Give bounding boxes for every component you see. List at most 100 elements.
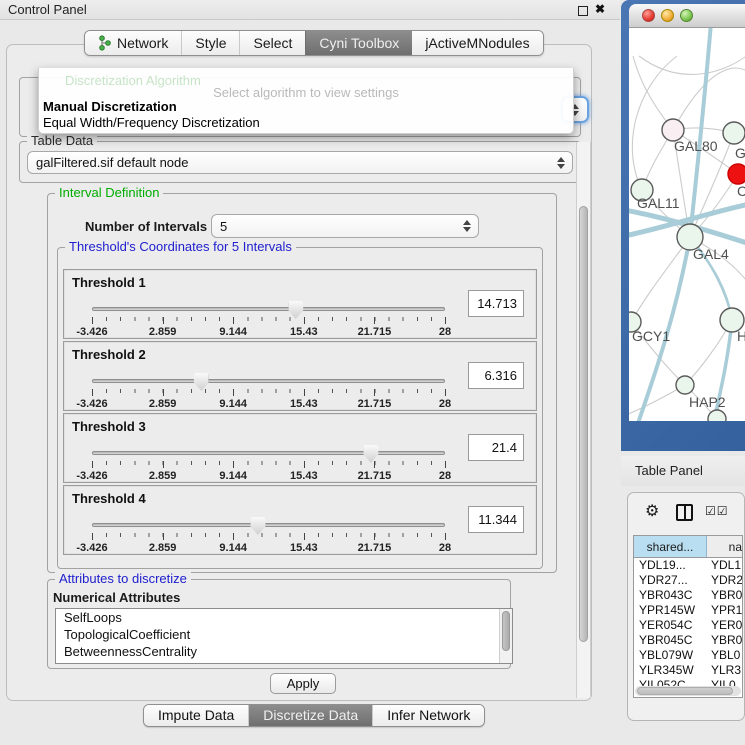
node-label-gal80: GAL80 (674, 138, 718, 154)
table-row[interactable]: YBR045CYBR0 (634, 633, 742, 648)
cell-shared[interactable]: YPR145W (634, 603, 707, 618)
tick-major (304, 533, 305, 540)
network-node-red[interactable] (728, 164, 745, 184)
network-graph (629, 28, 745, 421)
cell-shared[interactable]: YDL19... (634, 558, 707, 573)
tick-label: 15.43 (290, 470, 318, 482)
cell-name[interactable]: YBL0 (707, 648, 742, 663)
table-data-selected: galFiltered.sif default node (36, 155, 188, 170)
tick-label: 28 (439, 326, 451, 338)
cell-name[interactable]: YBR0 (707, 588, 742, 603)
tick-label: 15.43 (290, 326, 318, 338)
gear-icon[interactable]: ⚙ (645, 501, 659, 521)
tick-marks (92, 461, 446, 465)
tab-discretize-data[interactable]: Discretize Data (248, 705, 372, 726)
panel-scrollbar[interactable] (576, 142, 591, 698)
numerical-attributes-label: Numerical Attributes (53, 590, 180, 605)
network-canvas[interactable]: GAL80 GA C GAL11 GAL4 GCY1 H HAP2 (629, 28, 745, 421)
scrollbar-thumb[interactable] (637, 687, 733, 695)
zoom-traffic-light-icon[interactable] (680, 9, 693, 22)
column-header-shared-name[interactable]: shared... (634, 536, 707, 557)
table-row[interactable]: YER054CYER0 (634, 618, 742, 633)
threshold-3-slider-track[interactable] (92, 451, 445, 455)
list-item[interactable]: SelfLoops (56, 609, 512, 626)
menu-item-equal-width-frequency[interactable]: Equal Width/Frequency Discretization (43, 115, 260, 130)
node-table: shared... na YDL19...YDL1 YDR27...YDR2 Y… (633, 535, 743, 698)
cell-shared[interactable]: YBL079W (634, 648, 707, 663)
threshold-4-slider-track[interactable] (92, 523, 445, 527)
table-row[interactable]: YLR345WYLR3 (634, 663, 742, 678)
cell-name[interactable]: YPR1 (707, 603, 742, 618)
table-panel-titlebar: Table Panel (621, 456, 745, 486)
close-traffic-light-icon[interactable] (642, 9, 655, 22)
tab-jactivemnodules[interactable]: jActiveMNodules (412, 31, 542, 55)
tick-marks (92, 317, 446, 321)
table-row[interactable]: YBL079WYBL0 (634, 648, 742, 663)
table-row[interactable]: YDL19...YDL1 (634, 558, 742, 573)
apply-button[interactable]: Apply (270, 673, 336, 694)
tick-major (374, 389, 375, 396)
checkbox-columns-icon[interactable]: ☑☑ (705, 504, 729, 518)
panel-scrollbar-thumb[interactable] (579, 206, 588, 642)
close-icon[interactable]: ✖ (595, 2, 605, 16)
tab-jactive-label: jActiveMNodules (425, 35, 529, 51)
tick-marks (92, 533, 446, 537)
cell-name[interactable]: YBR0 (707, 633, 742, 648)
cell-shared[interactable]: YDR27... (634, 573, 707, 588)
table-header-row: shared... na (634, 536, 742, 558)
list-item[interactable]: BetweennessCentrality (56, 643, 512, 660)
tab-style[interactable]: Style (181, 31, 239, 55)
threshold-3-value-field[interactable]: 21.4 (468, 434, 524, 461)
tab-select-label: Select (253, 35, 292, 51)
node-label-c: C (737, 183, 745, 199)
threshold-4-item: Threshold 4 -3.426 2.859 9.144 15.43 21.… (63, 485, 537, 555)
threshold-1-value-field[interactable]: 14.713 (468, 290, 524, 317)
list-item[interactable]: TopologicalCoefficient (56, 626, 512, 643)
threshold-2-item: Threshold 2 -3.426 2.859 9.144 15.43 21.… (63, 341, 537, 411)
cell-name[interactable]: YER0 (707, 618, 742, 633)
minimize-traffic-light-icon[interactable] (661, 9, 674, 22)
network-node-hap2[interactable] (676, 376, 694, 394)
tab-select[interactable]: Select (239, 31, 305, 55)
column-header-name[interactable]: na (707, 536, 742, 557)
cell-name[interactable]: YDL1 (707, 558, 742, 573)
tick-major (374, 317, 375, 324)
table-row[interactable]: YDR27...YDR2 (634, 573, 742, 588)
split-panel-icon[interactable] (676, 504, 693, 521)
network-node-ga[interactable] (723, 122, 745, 144)
float-window-icon[interactable] (578, 6, 588, 16)
tab-infer-network[interactable]: Infer Network (372, 705, 484, 726)
network-window-titlebar[interactable] (629, 4, 745, 28)
cell-shared[interactable]: YBR045C (634, 633, 707, 648)
tick-major (233, 389, 234, 396)
cell-shared[interactable]: YER054C (634, 618, 707, 633)
tab-cyni-toolbox[interactable]: Cyni Toolbox (305, 31, 412, 55)
cell-name[interactable]: YDR2 (707, 573, 742, 588)
threshold-2-slider-track[interactable] (92, 379, 445, 383)
node-label-ga: GA (735, 145, 745, 161)
threshold-1-item: Threshold 1 -3.426 2.859 9.144 15.43 21.… (63, 269, 537, 339)
threshold-1-slider-track[interactable] (92, 307, 445, 311)
tab-network[interactable]: Network (85, 31, 181, 55)
cell-shared[interactable]: YLR345W (634, 663, 707, 678)
network-node-bottom[interactable] (708, 410, 726, 421)
tick-label: 9.144 (219, 470, 247, 482)
tick-major (445, 389, 446, 396)
threshold-4-value-field[interactable]: 11.344 (468, 506, 524, 533)
tick-major (163, 533, 164, 540)
menu-item-manual-discretization[interactable]: Manual Discretization (43, 99, 177, 114)
table-row[interactable]: YPR145WYPR1 (634, 603, 742, 618)
threshold-2-value-field[interactable]: 6.316 (468, 362, 524, 389)
cell-shared[interactable]: YBR043C (634, 588, 707, 603)
list-scrollbar[interactable] (499, 609, 512, 663)
table-horizontal-scrollbar[interactable] (635, 686, 741, 696)
tab-impute-data[interactable]: Impute Data (144, 705, 248, 726)
table-row[interactable]: YBR043CYBR0 (634, 588, 742, 603)
table-data-combobox[interactable]: galFiltered.sif default node (27, 151, 573, 174)
num-intervals-combobox[interactable]: 5 (211, 214, 479, 238)
tick-major (445, 461, 446, 468)
tick-major (163, 461, 164, 468)
cell-name[interactable]: YLR3 (707, 663, 742, 678)
tick-major (304, 389, 305, 396)
tick-label: -3.426 (76, 326, 107, 338)
